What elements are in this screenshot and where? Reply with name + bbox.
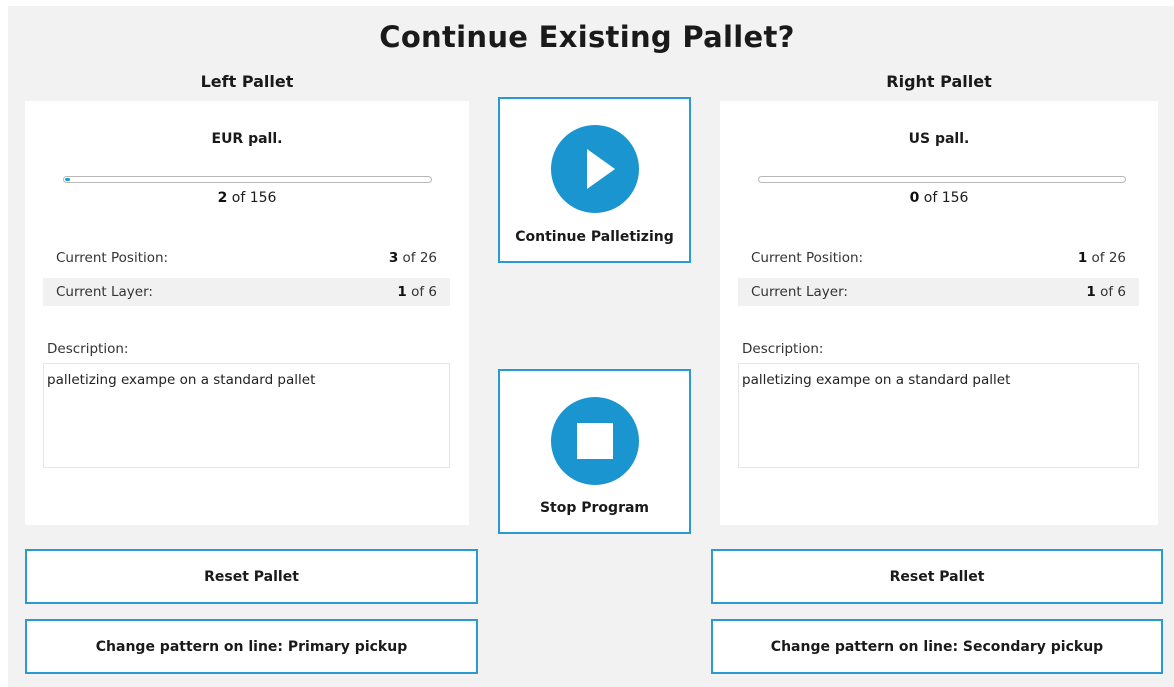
continue-palletizing-button[interactable]: Continue Palletizing — [498, 97, 691, 263]
right-current-layer-value: 1 of 6 — [1086, 284, 1126, 300]
right-current-layer-label: Current Layer: — [751, 284, 848, 300]
left-change-pattern-button[interactable]: Change pattern on line: Primary pickup — [25, 619, 478, 674]
left-current-position-value: 3 of 26 — [388, 250, 437, 266]
right-pallet-panel: US pall. 0 of 156 Current Position: 1 of… — [720, 101, 1158, 525]
right-current-position-value: 1 of 26 — [1077, 250, 1126, 266]
dialog-title: Continue Existing Pallet? — [379, 20, 795, 54]
right-current-layer-row: Current Layer: 1 of 6 — [738, 278, 1139, 306]
left-pallet-name: EUR pall. — [211, 131, 283, 147]
right-reset-pallet-button[interactable]: Reset Pallet — [711, 549, 1163, 604]
right-current-position-label: Current Position: — [751, 250, 864, 266]
left-description-label: Description: — [47, 341, 129, 357]
left-description-field: palletizing exampe on a standard pallet — [43, 363, 450, 468]
left-current-layer-row: Current Layer: 1 of 6 — [43, 278, 450, 306]
left-current-layer-label: Current Layer: — [56, 284, 153, 300]
right-progress-bar — [758, 176, 1126, 183]
left-current-position-label: Current Position: — [56, 250, 169, 266]
left-current-layer-value: 1 of 6 — [397, 284, 437, 300]
right-description-label: Description: — [742, 341, 824, 357]
play-icon — [550, 125, 639, 213]
right-progress-text: 0 of 156 — [909, 190, 969, 206]
left-progress-fill — [65, 178, 70, 181]
stop-program-label: Stop Program — [539, 500, 650, 516]
stop-program-button[interactable]: Stop Program — [498, 369, 691, 534]
left-reset-pallet-button[interactable]: Reset Pallet — [25, 549, 478, 604]
left-pallet-panel: EUR pall. 2 of 156 Current Position: 3 o… — [25, 101, 469, 525]
left-progress-text: 2 of 156 — [217, 190, 277, 206]
stop-icon — [550, 397, 639, 485]
right-current-position-row: Current Position: 1 of 26 — [738, 244, 1139, 272]
left-pallet-heading: Left Pallet — [200, 72, 294, 91]
right-pallet-heading: Right Pallet — [886, 72, 992, 91]
left-current-position-row: Current Position: 3 of 26 — [43, 244, 450, 272]
continue-palletizing-label: Continue Palletizing — [515, 229, 674, 245]
left-progress-bar — [63, 176, 432, 183]
right-change-pattern-button[interactable]: Change pattern on line: Secondary pickup — [711, 619, 1163, 674]
right-description-field: palletizing exampe on a standard pallet — [738, 363, 1139, 468]
right-pallet-name: US pall. — [908, 131, 970, 147]
